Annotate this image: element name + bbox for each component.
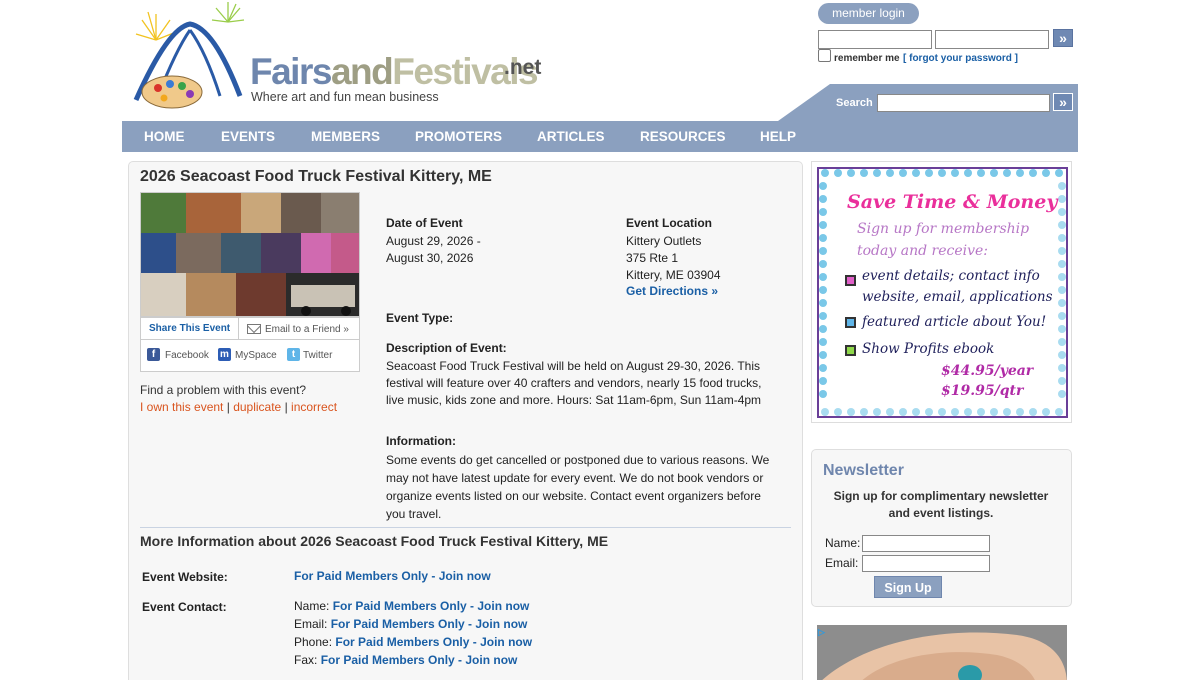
contact-email-row: Email: For Paid Members Only - Join now: [294, 617, 528, 631]
remember-me-checkbox[interactable]: [818, 49, 831, 62]
incorrect-link[interactable]: incorrect: [291, 400, 337, 414]
more-info-heading: More Information about 2026 Seacoast Foo…: [140, 533, 609, 549]
own-event-link[interactable]: I own this event: [140, 400, 223, 414]
share-event-title: Share This Event: [149, 323, 231, 334]
promo-price-quarter: $19.95/qtr: [941, 383, 1024, 399]
contact-phone-row: Phone: For Paid Members Only - Join now: [294, 635, 533, 649]
member-login-tab: member login: [818, 3, 919, 24]
twitter-icon[interactable]: t: [287, 348, 300, 361]
logo-tagline: Where art and fun mean business: [251, 90, 439, 104]
contact-email-join-link[interactable]: For Paid Members Only - Join now: [331, 617, 528, 631]
nav-events[interactable]: EVENTS: [221, 121, 275, 152]
share-widget: Share This Event Email to a Friend » f F…: [140, 317, 360, 372]
bullet-icon: [845, 317, 856, 328]
promo-price-year: $44.95/year: [941, 363, 1034, 379]
remember-me-label: remember me: [834, 53, 900, 64]
report-problem-links: I own this event | duplicate | incorrect: [140, 400, 338, 414]
event-type-label: Event Type:: [386, 311, 454, 325]
search-submit-button[interactable]: »: [1053, 93, 1073, 111]
promo-subtitle: today and receive:: [857, 243, 988, 259]
promo-subtitle: Sign up for membership: [857, 221, 1030, 237]
description-line: Seacoast Food Truck Festival will be hel…: [386, 359, 760, 373]
promo-item: Show Profits ebook: [862, 341, 995, 357]
login-password-input[interactable]: [935, 30, 1049, 49]
share-myspace-link[interactable]: MySpace: [235, 350, 277, 361]
nav-promoters[interactable]: PROMOTERS: [415, 121, 502, 152]
event-website-label: Event Website:: [142, 570, 228, 584]
nav-members[interactable]: MEMBERS: [311, 121, 380, 152]
share-facebook-link[interactable]: Facebook: [165, 350, 209, 361]
search-label: Search: [836, 97, 873, 109]
information-line: may not have latest update for every eve…: [386, 471, 764, 485]
contact-fax-join-link[interactable]: For Paid Members Only - Join now: [321, 653, 518, 667]
event-website-join-link[interactable]: For Paid Members Only - Join now: [294, 568, 491, 585]
promo-title: Save Time & Money: [847, 191, 1058, 213]
location-venue: Kittery Outlets: [626, 234, 702, 248]
event-contact-label: Event Contact:: [142, 600, 227, 614]
newsletter-title: Newsletter: [823, 462, 904, 479]
email-friend-link[interactable]: Email to a Friend »: [265, 324, 349, 335]
login-username-input[interactable]: [818, 30, 932, 49]
nav-home[interactable]: HOME: [144, 121, 185, 152]
search-input[interactable]: [877, 94, 1050, 112]
site-logo[interactable]: FairsandFestivals .net Where art and fun…: [128, 0, 548, 115]
location-street: 375 Rte 1: [626, 251, 679, 265]
logo-wordmark: FairsandFestivals: [250, 51, 539, 92]
newsletter-description: Sign up for complimentary newsletter and …: [833, 489, 1049, 520]
description-label: Description of Event:: [386, 341, 507, 355]
promo-item: event details; contact info: [862, 268, 1040, 284]
sponsored-image-ad[interactable]: [817, 625, 1067, 680]
myspace-icon[interactable]: m: [218, 348, 231, 361]
facebook-icon[interactable]: f: [147, 348, 160, 361]
main-nav: HOME EVENTS MEMBERS PROMOTERS ARTICLES R…: [122, 121, 1078, 152]
newsletter-email-input[interactable]: [862, 555, 990, 572]
description-line: festival will feature over 40 crafters a…: [386, 376, 762, 390]
duplicate-link[interactable]: duplicate: [233, 400, 281, 414]
promo-item: website, email, applications: [862, 289, 1053, 305]
description-line: live music, kids zone and more. Hours: S…: [386, 393, 762, 407]
date-end: August 30, 2026: [386, 251, 474, 265]
location-city: Kittery, ME 03904: [626, 268, 721, 282]
membership-promo-ad[interactable]: Save Time & Money Sign up for membership…: [811, 161, 1072, 423]
promo-item: featured article about You!: [862, 314, 1047, 330]
contact-name-join-link[interactable]: For Paid Members Only - Join now: [333, 599, 530, 613]
bullet-icon: [845, 345, 856, 356]
section-divider: [140, 527, 791, 528]
newsletter-email-label: Email:: [825, 556, 859, 570]
contact-phone-join-link[interactable]: For Paid Members Only - Join now: [335, 635, 532, 649]
tent-palette-icon: [133, 2, 245, 109]
nav-articles[interactable]: ARTICLES: [537, 121, 605, 152]
location-label: Event Location: [626, 216, 713, 230]
date-start: August 29, 2026 -: [386, 234, 481, 248]
login-submit-button[interactable]: »: [1053, 29, 1073, 47]
logo-domain-suffix: .net: [504, 56, 542, 79]
nav-help[interactable]: HELP: [760, 121, 796, 152]
ad-choices-icon[interactable]: ▷: [818, 627, 828, 637]
nav-resources[interactable]: RESOURCES: [640, 121, 726, 152]
report-problem-question: Find a problem with this event?: [140, 383, 307, 397]
date-label: Date of Event: [386, 216, 463, 230]
bullet-icon: [845, 275, 856, 286]
contact-name-row: Name: For Paid Members Only - Join now: [294, 599, 530, 613]
event-photo-collage[interactable]: [140, 192, 360, 317]
envelope-icon: [247, 324, 261, 334]
share-twitter-link[interactable]: Twitter: [303, 350, 332, 361]
information-line: Some events do get cancelled or postpone…: [386, 453, 770, 467]
page-title: 2026 Seacoast Food Truck Festival Kitter…: [140, 168, 492, 185]
newsletter-name-label: Name:: [825, 536, 861, 550]
newsletter-name-input[interactable]: [862, 535, 990, 552]
contact-fax-row: Fax: For Paid Members Only - Join now: [294, 653, 518, 667]
newsletter-signup-button[interactable]: Sign Up: [874, 576, 942, 598]
information-label: Information:: [386, 434, 456, 448]
information-line: organize events listed on our website. C…: [386, 489, 761, 503]
information-line: you travel.: [386, 507, 442, 521]
forgot-password-link[interactable]: [ forgot your password ]: [903, 53, 1018, 64]
get-directions-link[interactable]: Get Directions »: [626, 283, 718, 300]
